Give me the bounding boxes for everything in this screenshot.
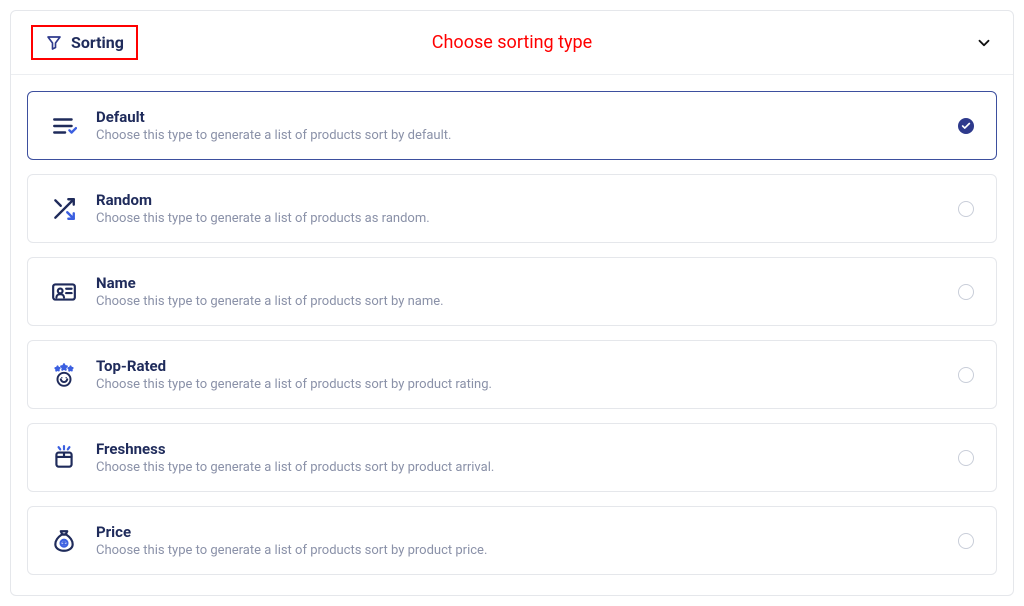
sorting-panel: Sorting Choose sorting type Default Choo… [10,10,1014,596]
option-top-rated[interactable]: Top-Rated Choose this type to generate a… [27,340,997,409]
options-list: Default Choose this type to generate a l… [11,75,1013,595]
radio-unselected[interactable] [958,367,974,383]
option-text: Price Choose this type to generate a lis… [96,523,940,558]
radio-unselected[interactable] [958,201,974,217]
option-desc: Choose this type to generate a list of p… [96,211,940,226]
option-title: Top-Rated [96,357,940,375]
money-bag-icon [50,527,78,555]
filter-icon [45,34,63,52]
option-title: Price [96,523,940,541]
option-text: Default Choose this type to generate a l… [96,108,940,143]
option-desc: Choose this type to generate a list of p… [96,294,940,309]
sorting-badge: Sorting [31,25,138,60]
option-title: Default [96,108,940,126]
shuffle-icon [50,195,78,223]
option-desc: Choose this type to generate a list of p… [96,128,940,143]
option-title: Random [96,191,940,209]
sorting-badge-label: Sorting [71,33,124,52]
option-name[interactable]: Name Choose this type to generate a list… [27,257,997,326]
radio-unselected[interactable] [958,450,974,466]
option-text: Top-Rated Choose this type to generate a… [96,357,940,392]
package-new-icon [50,444,78,472]
panel-header[interactable]: Sorting Choose sorting type [11,11,1013,75]
option-desc: Choose this type to generate a list of p… [96,543,940,558]
header-title: Choose sorting type [432,32,592,53]
option-title: Name [96,274,940,292]
option-title: Freshness [96,440,940,458]
option-desc: Choose this type to generate a list of p… [96,377,940,392]
id-card-icon [50,278,78,306]
option-freshness[interactable]: Freshness Choose this type to generate a… [27,423,997,492]
option-default[interactable]: Default Choose this type to generate a l… [27,91,997,160]
option-text: Name Choose this type to generate a list… [96,274,940,309]
radio-unselected[interactable] [958,284,974,300]
radio-unselected[interactable] [958,533,974,549]
sort-default-icon [50,112,78,140]
radio-selected[interactable] [958,118,974,134]
chevron-down-icon[interactable] [975,34,993,52]
option-text: Freshness Choose this type to generate a… [96,440,940,475]
option-text: Random Choose this type to generate a li… [96,191,940,226]
rating-icon [50,361,78,389]
option-random[interactable]: Random Choose this type to generate a li… [27,174,997,243]
option-desc: Choose this type to generate a list of p… [96,460,940,475]
option-price[interactable]: Price Choose this type to generate a lis… [27,506,997,575]
